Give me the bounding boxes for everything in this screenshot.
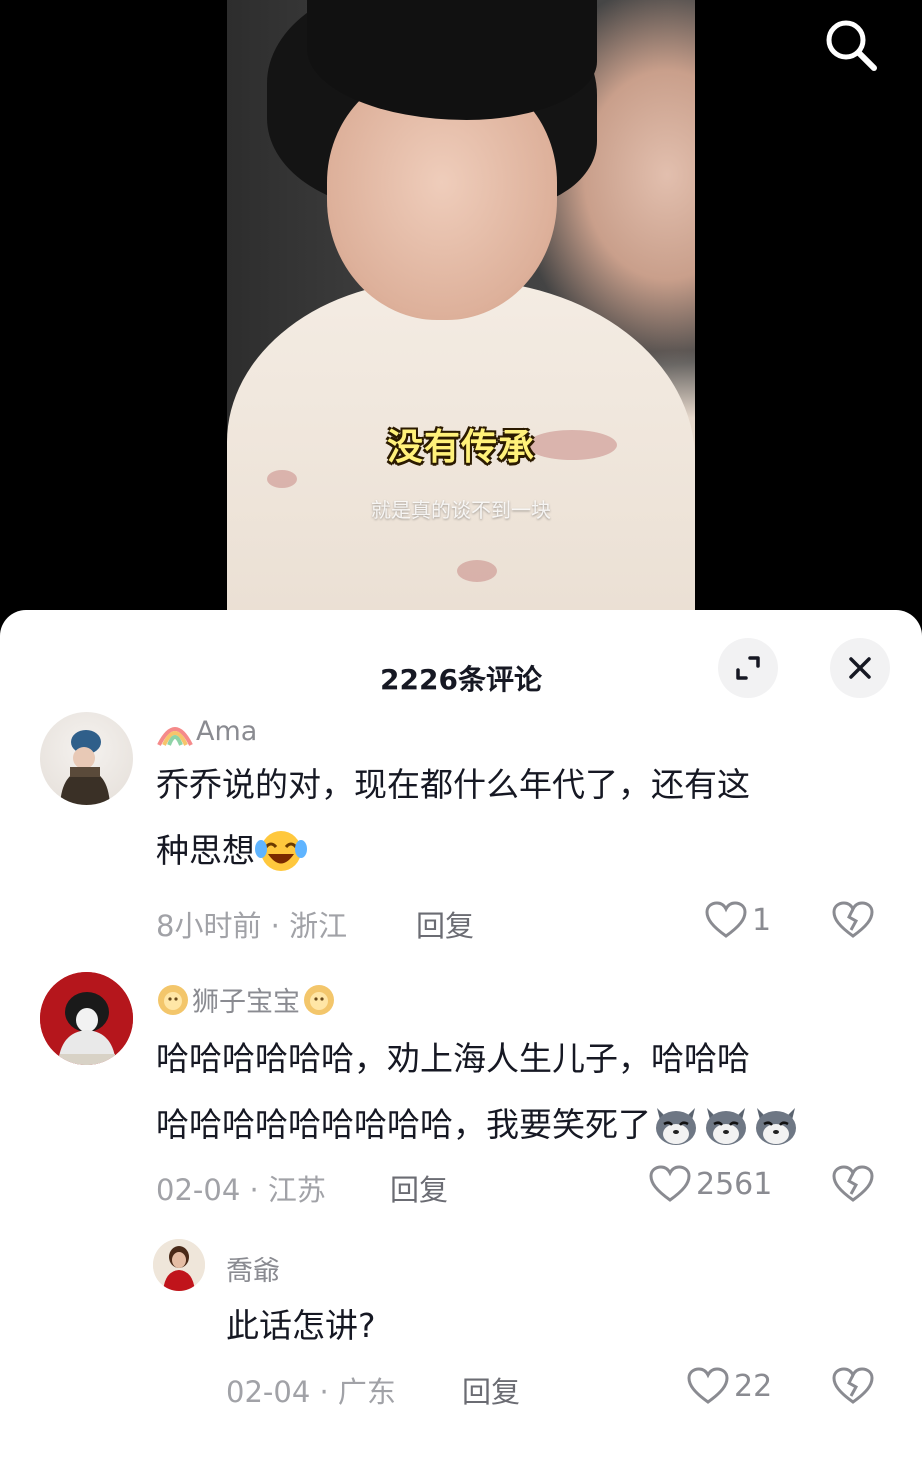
husky-emoji (756, 1108, 796, 1145)
comment-username[interactable]: Ama (156, 716, 257, 747)
video-caption-sub: 就是真的谈不到一块 (371, 498, 551, 522)
comment-text: 哈哈哈哈哈哈，劝上海人生儿子，哈哈哈 哈哈哈哈哈哈哈哈哈，我要笑死了 (156, 1026, 896, 1158)
comment-text-line: 哈哈哈哈哈哈，劝上海人生儿子，哈哈哈 (156, 1039, 750, 1078)
comment-timestamp-location: 02-04 · 广东 (226, 1375, 396, 1409)
heart-icon (705, 901, 747, 938)
comment-text-line: 乔乔说的对，现在都什么年代了，还有这 (156, 765, 750, 804)
comment-text-line-2: 种思想 (156, 818, 876, 884)
like-button[interactable]: 1 (704, 900, 771, 940)
comment-text: 乔乔说的对，现在都什么年代了，还有这 种思想 (156, 752, 876, 884)
comment-sheet: 2226条评论 Ama 乔乔说的对，现在都什么年代了，还有这 种思想 8小时前 … (0, 610, 922, 1458)
lion-icon (304, 984, 334, 1015)
rainbow-icon (157, 726, 193, 746)
comment-count-title: 2226条评论 (380, 663, 542, 696)
avatar[interactable] (40, 712, 133, 805)
husky-emoji (656, 1108, 696, 1145)
close-icon (849, 657, 871, 679)
video-frame-detail (457, 560, 497, 582)
dislike-button[interactable] (831, 900, 875, 944)
comment-item: Ama 乔乔说的对，现在都什么年代了，还有这 种思想 8小时前 · 浙江 回复 … (0, 700, 922, 950)
username-text: Ama (196, 716, 258, 747)
comment-text-line-2: 哈哈哈哈哈哈哈哈哈，我要笑死了 (156, 1092, 896, 1158)
heart-icon (649, 1165, 691, 1202)
screen: 没有传承 就是真的谈不到一块 2226条评论 Ama 乔乔说的对，现在都什么年代… (0, 0, 922, 1458)
comment-timestamp-location: 8小时前 · 浙江 (156, 909, 348, 943)
dislike-button[interactable] (831, 1164, 875, 1208)
dislike-button[interactable] (831, 1366, 875, 1410)
heart-icon (687, 1367, 729, 1404)
laugh-cry-emoji (255, 831, 307, 871)
avatar-image (153, 1239, 205, 1291)
husky-emoji (706, 1108, 746, 1145)
broken-heart-icon (832, 901, 874, 938)
search-button[interactable] (818, 12, 882, 76)
comment-text-fragment: 哈哈哈哈哈哈哈哈哈，我要笑死了 (156, 1105, 651, 1144)
avatar[interactable] (40, 972, 133, 1065)
expand-button[interactable] (718, 638, 778, 698)
comment-text-fragment: 种思想 (156, 831, 255, 870)
lion-icon (158, 984, 188, 1015)
video-caption-main: 没有传承 (386, 427, 535, 468)
reply-button[interactable]: 回复 (416, 903, 474, 945)
like-count: 1 (752, 902, 772, 938)
expand-icon (736, 656, 760, 680)
video-player[interactable]: 没有传承 就是真的谈不到一块 (227, 0, 695, 630)
comment-text: 此话怎讲? (226, 1306, 376, 1345)
avatar-image (60, 730, 110, 805)
broken-heart-icon (832, 1165, 874, 1202)
comment-username[interactable]: 狮子宝宝 (156, 980, 336, 1019)
avatar[interactable] (153, 1239, 205, 1291)
reply-item: 喬爺 此话怎讲? 02-04 · 广东 回复 22 (0, 1235, 922, 1445)
avatar-image (40, 972, 133, 1065)
username-text: 狮子宝宝 (192, 987, 300, 1018)
search-icon (826, 20, 877, 71)
like-count: 22 (734, 1368, 773, 1404)
like-count: 2561 (696, 1166, 773, 1202)
comment-item: 狮子宝宝 哈哈哈哈哈哈，劝上海人生儿子，哈哈哈 哈哈哈哈哈哈哈哈哈，我要笑死了 (0, 970, 922, 1220)
reply-button[interactable]: 回复 (390, 1167, 448, 1209)
comment-timestamp-location: 02-04 · 江苏 (156, 1173, 326, 1207)
close-button[interactable] (830, 638, 890, 698)
broken-heart-icon (832, 1367, 874, 1404)
reply-button[interactable]: 回复 (462, 1369, 520, 1411)
video-frame-detail (267, 470, 297, 488)
like-button[interactable]: 2561 (648, 1164, 772, 1204)
comment-username[interactable]: 喬爺 (226, 1249, 280, 1288)
like-button[interactable]: 22 (686, 1366, 772, 1406)
